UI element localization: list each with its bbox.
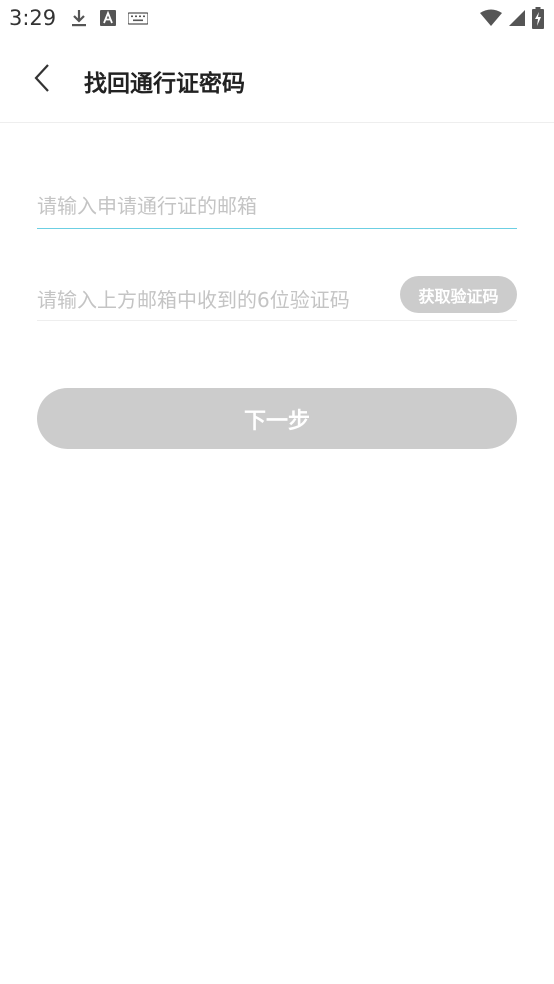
page-title: 找回通行证密码	[84, 71, 245, 97]
wifi-icon	[480, 9, 502, 31]
battery-charging-icon	[532, 7, 544, 33]
signal-icon	[508, 9, 526, 31]
status-notification-icons	[70, 8, 149, 32]
download-icon	[70, 8, 88, 32]
header: 找回通行证密码	[0, 38, 554, 123]
status-system-icons	[480, 7, 544, 33]
email-input[interactable]	[37, 192, 517, 220]
get-code-button[interactable]: 获取验证码	[400, 276, 517, 313]
verification-code-input[interactable]	[37, 286, 387, 314]
back-button[interactable]	[24, 60, 60, 100]
next-button[interactable]: 下一步	[37, 388, 517, 449]
email-field	[37, 180, 517, 229]
chevron-left-icon	[33, 63, 51, 97]
keyboard-icon	[127, 11, 149, 30]
verification-code-field: 获取验证码	[37, 272, 517, 321]
status-time: 3:29	[9, 6, 57, 30]
status-bar: 3:29	[0, 0, 554, 38]
a-box-icon	[100, 10, 116, 30]
